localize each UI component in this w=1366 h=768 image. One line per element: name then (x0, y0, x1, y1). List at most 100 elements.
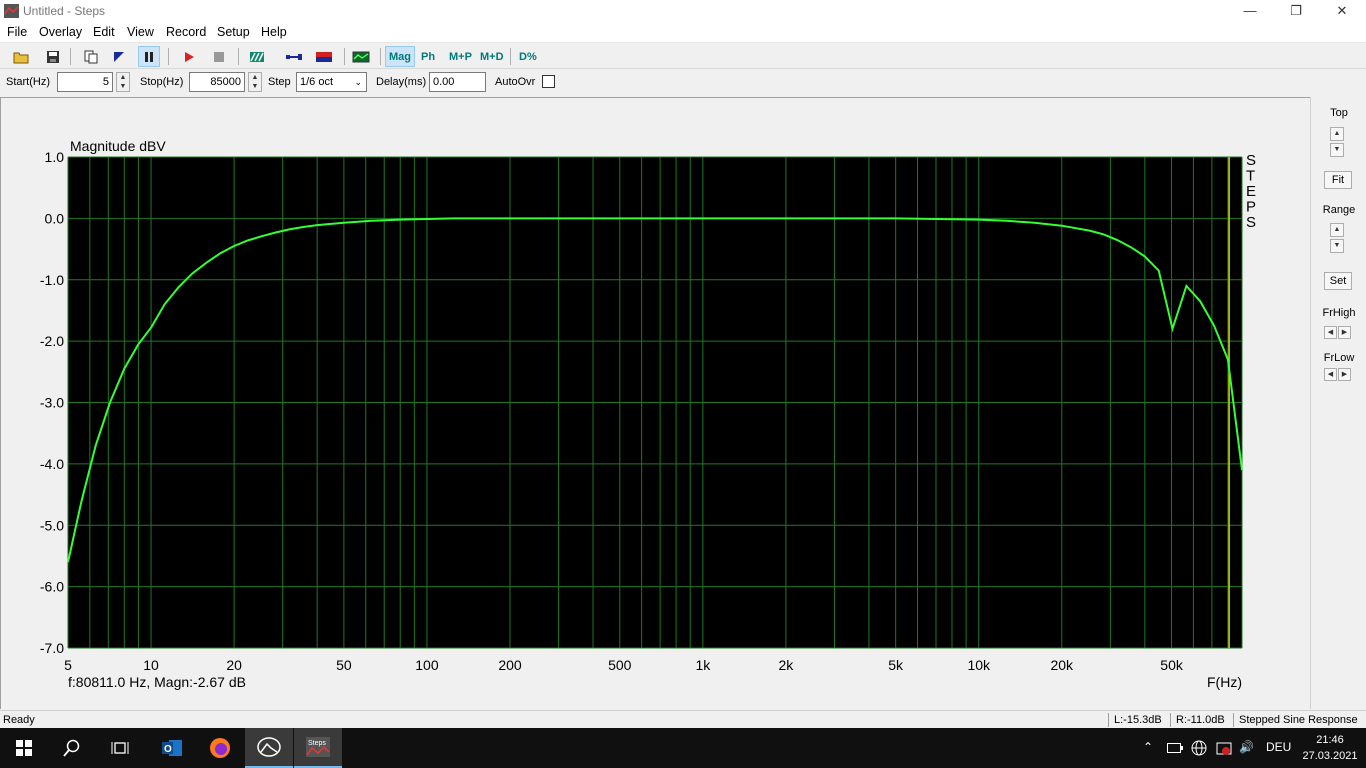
x-axis-label: F(Hz) (1207, 674, 1242, 690)
battery-icon[interactable] (1167, 742, 1183, 754)
stop-spinner[interactable]: ▲ ▼ (248, 72, 262, 92)
frlow-left-button[interactable]: ◀ (1324, 368, 1337, 381)
svg-text:Steps: Steps (308, 740, 326, 747)
mag-button[interactable]: Mag (385, 46, 415, 67)
mag-delay-button[interactable]: M+D (477, 46, 507, 67)
menu-setup[interactable]: Setup (217, 25, 250, 39)
system-clock[interactable]: 21:46 27.03.2021 (1297, 732, 1363, 764)
spin-up-icon: ▲ (251, 74, 259, 81)
mag-phase-button[interactable]: M+P (446, 46, 475, 67)
connector-icon (286, 53, 302, 60)
menu-edit[interactable]: Edit (93, 25, 115, 39)
x-tick-label: 200 (498, 657, 522, 673)
level-meter-button[interactable] (313, 46, 335, 67)
y-tick-label: -7.0 (40, 640, 64, 656)
clock-time: 21:46 (1316, 734, 1344, 746)
y-tick-label: -5.0 (40, 517, 64, 533)
minimize-icon: — (1243, 3, 1257, 18)
arrow-up-icon: ▲ (1333, 130, 1341, 137)
start-button[interactable] (0, 728, 48, 768)
windows-taskbar: O Steps ⌃ 🔊 DEU 21:46 27.03.2021 (0, 728, 1366, 768)
top-up-button[interactable]: ▲ (1330, 127, 1344, 141)
steps-taskbar-button[interactable]: Steps (294, 728, 342, 768)
x-tick-label: 1k (695, 657, 711, 673)
phase-button[interactable]: Ph (418, 46, 438, 67)
firefox-button[interactable] (196, 728, 244, 768)
arrow-up-icon: ▲ (1333, 226, 1341, 233)
y-tick-label: 1.0 (45, 149, 65, 165)
fit-button[interactable]: Fit (1324, 171, 1352, 189)
stop-label: Stop(Hz) (140, 76, 184, 88)
restore-icon: ❐ (1290, 3, 1302, 18)
outlook-button[interactable]: O (148, 728, 196, 768)
x-tick-label: 2k (778, 657, 794, 673)
steps-app-icon: Steps (306, 737, 330, 757)
top-label: Top (1330, 107, 1348, 119)
graph-button[interactable] (350, 46, 372, 67)
spin-down-icon: ▼ (251, 83, 259, 90)
frhigh-right-button[interactable]: ▶ (1338, 326, 1351, 339)
frhigh-left-button[interactable]: ◀ (1324, 326, 1337, 339)
delay-input[interactable]: 0.00 (429, 72, 486, 92)
menu-view[interactable]: View (127, 25, 154, 39)
close-button[interactable]: ✕ (1319, 0, 1365, 23)
generator-button[interactable] (283, 46, 305, 67)
x-tick-label: 20 (226, 657, 242, 673)
autoovr-label: AutoOvr (495, 76, 536, 88)
task-view-button[interactable] (96, 728, 144, 768)
search-icon (63, 739, 80, 757)
set-button[interactable]: Set (1324, 272, 1352, 290)
minimize-button[interactable]: — (1227, 0, 1273, 23)
restore-button[interactable]: ❐ (1273, 0, 1319, 23)
menu-record[interactable]: Record (166, 25, 206, 39)
play-icon (185, 51, 194, 62)
toolbar-separator (70, 48, 71, 65)
pause-button[interactable] (138, 46, 160, 67)
sweep-control-bar: Start(Hz) 5 ▲ ▼ Stop(Hz) 85000 ▲ ▼ Step 1/… (0, 70, 1366, 95)
arrow-left-icon: ◀ (1327, 329, 1334, 336)
top-down-button[interactable]: ▼ (1330, 143, 1344, 157)
magnitude-chart[interactable]: 1.0 0.0 -1.0 -2.0 -3.0 -4.0 -5.0 -6.0 -7.0 5 10 20… (0, 97, 1310, 709)
svg-text:O: O (164, 744, 172, 755)
autoovr-checkbox[interactable] (542, 75, 555, 88)
status-separator (1170, 713, 1171, 727)
security-icon[interactable] (1216, 740, 1232, 756)
y-tick-label: -4.0 (40, 456, 64, 472)
steps-side-label: STEPS (1246, 152, 1256, 231)
sweep-settings-button[interactable] (246, 46, 268, 67)
status-left-level: L:-15.3dB (1114, 714, 1162, 726)
start-spinner[interactable]: ▲ ▼ (116, 72, 130, 92)
menu-overlay[interactable]: Overlay (39, 25, 82, 39)
distortion-button[interactable]: D% (516, 46, 540, 67)
range-down-button[interactable]: ▼ (1330, 239, 1344, 253)
range-up-button[interactable]: ▲ (1330, 223, 1344, 237)
cursor-readout: f:80811.0 Hz, Magn:-2.67 dB (68, 674, 246, 690)
arrow-down-icon: ▼ (1333, 242, 1341, 249)
copy-button[interactable] (80, 46, 102, 67)
show-hidden-icons[interactable]: ⌃ (1143, 740, 1153, 754)
network-globe-icon[interactable] (1191, 740, 1207, 756)
frlow-right-button[interactable]: ▶ (1338, 368, 1351, 381)
volume-icon[interactable]: 🔊 (1239, 740, 1254, 754)
step-select[interactable]: 1/6 oct ⌄ (296, 72, 367, 92)
menu-help[interactable]: Help (261, 25, 287, 39)
menu-file[interactable]: File (7, 25, 27, 39)
input-language[interactable]: DEU (1266, 740, 1291, 754)
save-button[interactable] (42, 46, 64, 67)
toolbar-separator (238, 48, 239, 65)
start-hz-input[interactable]: 5 (57, 72, 113, 92)
marker-button[interactable] (108, 46, 130, 67)
photos-app-button[interactable] (245, 728, 293, 768)
x-tick-label: 5k (888, 657, 904, 673)
open-button[interactable] (10, 46, 32, 67)
play-button[interactable] (178, 46, 200, 67)
toolbar-separator (344, 48, 345, 65)
toolbar-separator (168, 48, 169, 65)
frlow-label: FrLow (1323, 352, 1355, 364)
search-button[interactable] (48, 728, 96, 768)
stop-button[interactable] (208, 46, 230, 67)
mountain-app-icon (257, 737, 281, 757)
flag-marker-icon (114, 51, 124, 62)
x-tick-label: 10 (143, 657, 159, 673)
stop-hz-input[interactable]: 85000 (189, 72, 245, 92)
